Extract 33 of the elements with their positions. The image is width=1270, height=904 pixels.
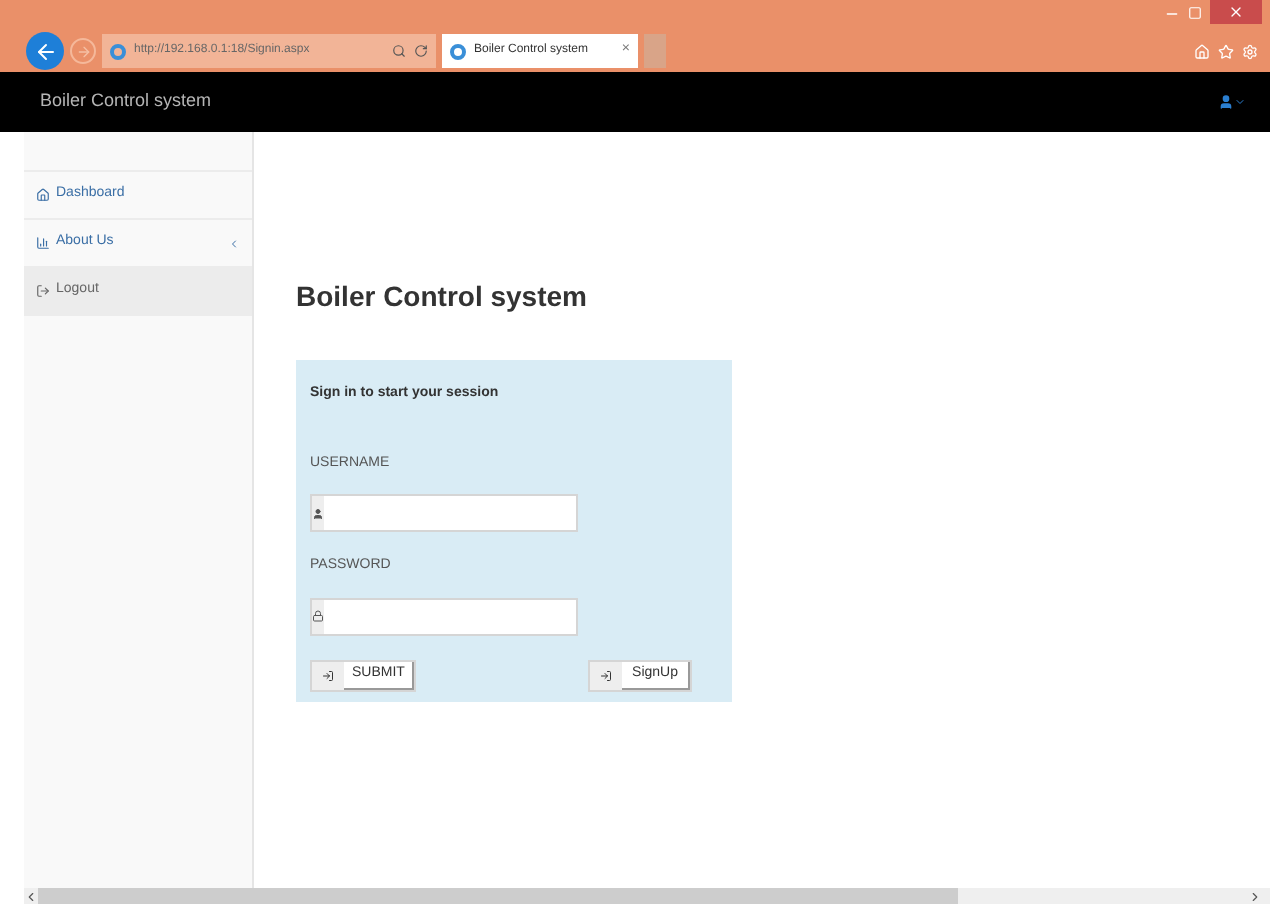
search-icon[interactable] bbox=[392, 44, 406, 58]
horizontal-scrollbar[interactable] bbox=[24, 888, 1270, 904]
close-icon bbox=[1228, 4, 1244, 20]
password-field[interactable] bbox=[310, 597, 578, 635]
restore-icon[interactable] bbox=[1188, 6, 1202, 20]
forward-arrow-icon bbox=[75, 43, 91, 59]
user-icon bbox=[312, 507, 324, 519]
user-menu-button[interactable] bbox=[1218, 94, 1246, 110]
user-icon bbox=[1218, 94, 1234, 110]
browser-icon bbox=[110, 43, 126, 59]
chevron-icon bbox=[228, 237, 240, 249]
settings-icon[interactable] bbox=[1242, 43, 1258, 59]
home-icon bbox=[36, 188, 50, 202]
back-button[interactable] bbox=[26, 32, 64, 70]
browser-icon bbox=[450, 43, 466, 59]
caret-icon bbox=[1234, 96, 1246, 108]
close-button[interactable] bbox=[1210, 0, 1262, 24]
scrollbar-thumb[interactable] bbox=[38, 888, 958, 904]
back-arrow-icon bbox=[33, 39, 57, 63]
home-icon[interactable] bbox=[1194, 43, 1210, 59]
sign-in-icon bbox=[322, 669, 334, 681]
refresh-icon[interactable] bbox=[414, 44, 428, 58]
lock-icon bbox=[312, 610, 324, 622]
forward-button[interactable] bbox=[70, 38, 96, 64]
page-title: Boiler Control system bbox=[296, 278, 589, 316]
scroll-left-icon[interactable] bbox=[24, 889, 38, 903]
brand-title: Boiler Control system bbox=[40, 88, 212, 115]
sign-in-icon bbox=[600, 669, 613, 681]
chart-icon bbox=[36, 236, 50, 250]
username-field[interactable] bbox=[310, 494, 578, 532]
logout-icon bbox=[36, 284, 50, 298]
favorites-icon[interactable] bbox=[1218, 43, 1234, 59]
scroll-right-icon[interactable] bbox=[1248, 889, 1262, 903]
